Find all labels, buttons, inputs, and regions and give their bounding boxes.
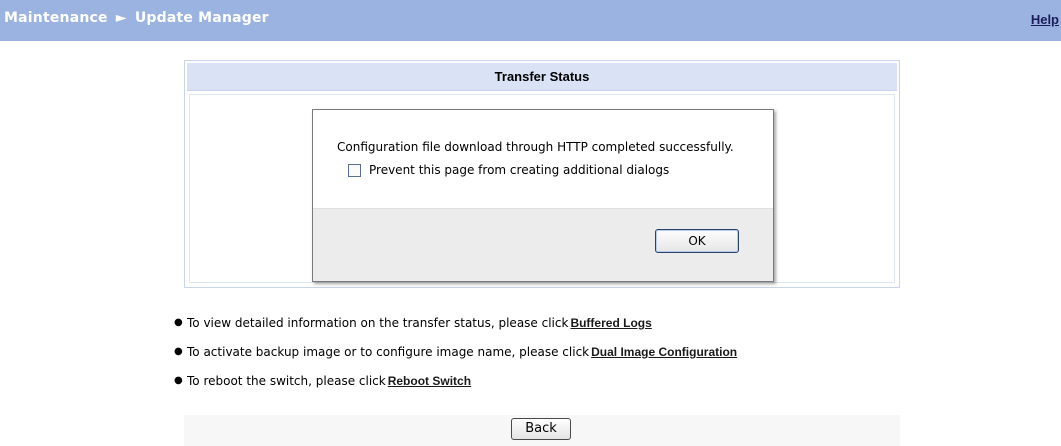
breadcrumb-arrow-icon: ► [115,10,127,26]
breadcrumb: Maintenance ► Update Manager [4,10,269,26]
prevent-dialogs-checkbox[interactable] [348,163,361,177]
bullet-icon: ● [174,317,183,328]
buffered-logs-link[interactable]: Buffered Logs [570,316,651,330]
info-text-label: To reboot the switch, please click [187,374,386,388]
panel-title: Transfer Status [187,63,897,91]
reboot-switch-link[interactable]: Reboot Switch [388,374,471,388]
info-text-label: To activate backup image or to configure… [187,345,590,359]
ok-button[interactable]: OK [655,229,739,253]
info-text: To view detailed information on the tran… [187,316,652,330]
info-list: ● To view detailed information on the tr… [174,316,737,403]
page-header: Maintenance ► Update Manager Help [0,0,1061,41]
info-text: To activate backup image or to configure… [187,345,737,359]
back-button[interactable]: Back [511,418,571,440]
breadcrumb-section: Maintenance [4,10,108,26]
button-bar: Back [184,415,900,446]
bullet-icon: ● [174,375,183,386]
list-item: ● To reboot the switch, please click Rebo… [174,374,737,403]
list-item: ● To view detailed information on the tr… [174,316,737,345]
list-item: ● To activate backup image or to configu… [174,345,737,374]
prevent-dialogs-row[interactable]: Prevent this page from creating addition… [348,162,669,178]
bullet-icon: ● [174,346,183,357]
help-link[interactable]: Help [1031,12,1059,27]
dialog-message: Configuration file download through HTTP… [337,140,734,154]
alert-dialog: Configuration file download through HTTP… [312,109,774,282]
info-text-label: To view detailed information on the tran… [187,316,569,330]
info-text: To reboot the switch, please click Reboot… [187,374,471,388]
breadcrumb-page: Update Manager [134,10,269,26]
prevent-dialogs-label[interactable]: Prevent this page from creating addition… [369,163,669,177]
dual-image-configuration-link[interactable]: Dual Image Configuration [591,345,737,359]
dialog-footer: OK [313,208,773,281]
